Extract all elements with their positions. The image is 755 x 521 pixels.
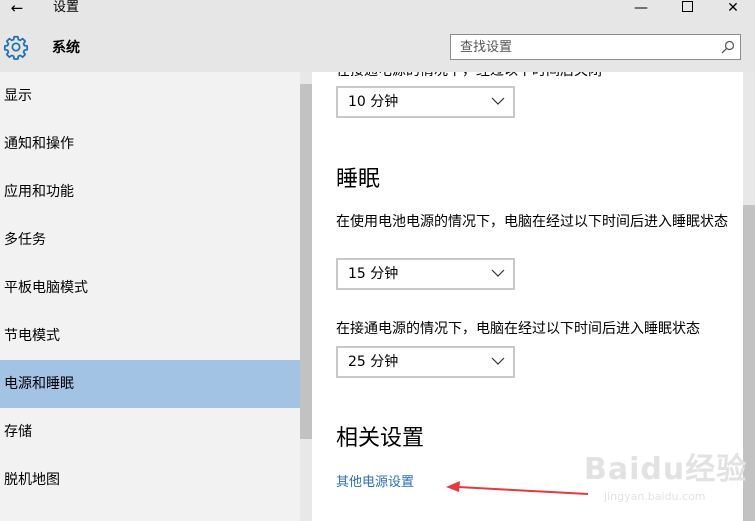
sidebar-item-display[interactable]: 显示	[0, 72, 300, 120]
back-arrow-icon[interactable]: ←	[6, 0, 28, 18]
sidebar-item-offline-maps[interactable]: 脱机地图	[0, 456, 300, 504]
related-settings-heading: 相关设置	[336, 426, 425, 451]
dropdown-value: 10 分钟	[348, 94, 399, 110]
annotation-arrow-icon	[446, 481, 589, 495]
sidebar-item-power-sleep[interactable]: 电源和睡眠	[0, 360, 300, 408]
dropdown-value: 25 分钟	[348, 354, 399, 370]
sidebar-item-label: 存储	[4, 424, 32, 440]
page-title: 系统	[52, 40, 80, 56]
additional-power-settings-link[interactable]: 其他电源设置	[336, 474, 414, 492]
sleep-plugged-dropdown[interactable]: 25 分钟	[336, 346, 515, 378]
chevron-down-icon	[491, 97, 505, 105]
watermark-logo: Baidu经验	[584, 452, 748, 487]
screen-plugged-desc: 在接通电源的情况下，经过以下时间后关闭	[336, 72, 602, 81]
sleep-battery-dropdown[interactable]: 15 分钟	[336, 258, 515, 290]
sidebar-item-label: 平板电脑模式	[4, 280, 88, 296]
sidebar-scrollbar-thumb[interactable]	[300, 84, 312, 439]
sidebar-item-apps[interactable]: 应用和功能	[0, 168, 300, 216]
sidebar: 显示 通知和操作 应用和功能 多任务 平板电脑模式 节电模式 电源和睡眠 存储 …	[0, 72, 312, 521]
sidebar-item-label: 脱机地图	[4, 472, 60, 488]
sidebar-item-multitasking[interactable]: 多任务	[0, 216, 300, 264]
chevron-down-icon	[491, 357, 505, 365]
sleep-plugged-desc: 在接通电源的情况下，电脑在经过以下时间后进入睡眠状态	[336, 321, 700, 337]
screen-plugged-dropdown[interactable]: 10 分钟	[336, 86, 515, 118]
sidebar-item-tablet-mode[interactable]: 平板电脑模式	[0, 264, 300, 312]
minimize-icon[interactable]: —	[626, 0, 656, 18]
sleep-battery-desc: 在使用电池电源的情况下，电脑在经过以下时间后进入睡眠状态	[336, 214, 728, 230]
chevron-down-icon	[491, 269, 505, 277]
sidebar-item-battery-saver[interactable]: 节电模式	[0, 312, 300, 360]
search-box[interactable]	[450, 34, 741, 60]
sidebar-item-label: 应用和功能	[4, 184, 74, 200]
sidebar-item-label: 电源和睡眠	[4, 376, 74, 392]
search-icon[interactable]	[720, 39, 736, 55]
watermark-url: jingyan.baidu.com	[604, 490, 706, 503]
gear-icon	[3, 35, 29, 60]
window-title: 设置	[53, 0, 80, 15]
sidebar-item-label: 节电模式	[4, 328, 60, 344]
sidebar-item-storage[interactable]: 存储	[0, 408, 300, 456]
title-bar: ← 设置 — ✕ 系统	[0, 0, 755, 72]
sidebar-item-label: 多任务	[4, 232, 46, 248]
sidebar-item-label: 通知和操作	[4, 136, 74, 152]
maximize-icon[interactable]	[672, 0, 702, 18]
sidebar-item-label: 显示	[4, 88, 32, 104]
sidebar-scrollbar[interactable]	[300, 72, 312, 521]
sidebar-item-notifications[interactable]: 通知和操作	[0, 120, 300, 168]
sleep-heading: 睡眠	[336, 167, 381, 192]
dropdown-value: 15 分钟	[348, 266, 399, 282]
search-input[interactable]	[451, 35, 706, 59]
close-icon[interactable]: ✕	[718, 0, 748, 18]
